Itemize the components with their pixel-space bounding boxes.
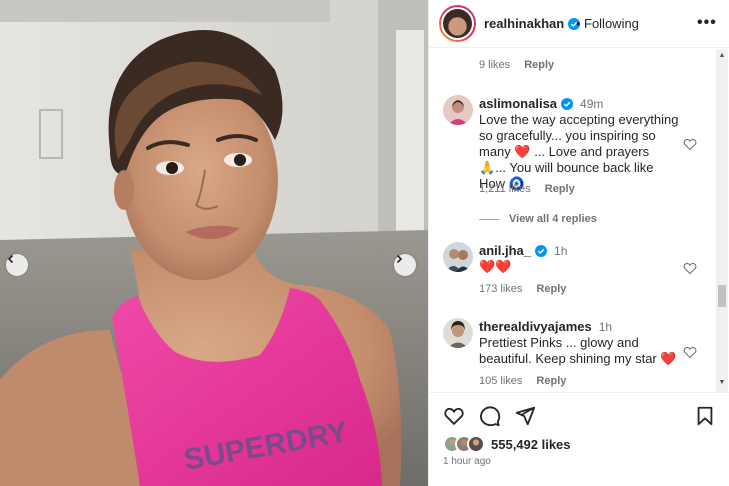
comment-time[interactable]: 49m — [580, 97, 603, 111]
red-heart-emoji: ❤️ — [514, 144, 531, 159]
reply-button[interactable]: Reply — [536, 283, 566, 295]
comment-likes[interactable]: 105 likes — [479, 375, 522, 387]
post-details-panel: realhinakhan • Following ••• 9 likes Repl… — [428, 0, 729, 486]
comment-icon[interactable] — [479, 405, 501, 427]
post-likes-count[interactable]: 555,492 likes — [491, 437, 571, 452]
post-actions: 555,492 likes 1 hour ago — [429, 392, 729, 486]
scroll-up-arrow-icon[interactable]: ▲ — [718, 52, 726, 60]
comment-time[interactable]: 1h — [554, 244, 567, 258]
share-paper-plane-icon[interactable] — [514, 405, 536, 427]
comment-meta: 173 likes Reply — [479, 283, 566, 295]
like-heart-icon[interactable] — [443, 405, 465, 427]
red-heart-emoji: ❤️ — [660, 351, 677, 366]
liker-avatar — [467, 435, 485, 453]
like-comment-heart-icon[interactable] — [683, 345, 697, 359]
following-button[interactable]: Following — [584, 16, 639, 31]
likes-summary[interactable]: 555,492 likes — [443, 435, 571, 453]
verified-badge-icon — [561, 97, 574, 110]
view-replies-button[interactable]: View all 4 replies — [479, 213, 597, 225]
like-comment-heart-icon[interactable] — [683, 137, 697, 151]
save-bookmark-icon[interactable] — [694, 405, 716, 427]
post-photo-image: SUPERDRY — [0, 0, 428, 486]
like-comment-heart-icon[interactable] — [683, 261, 697, 275]
verified-badge-icon — [535, 244, 548, 257]
comment-meta: 1,211 likes Reply — [479, 183, 575, 195]
author-username[interactable]: realhinakhan — [484, 16, 581, 31]
comment-likes[interactable]: 1,211 likes — [479, 183, 531, 195]
comment-username-text[interactable]: anil.jha_ — [479, 243, 531, 258]
chevron-right-icon — [396, 254, 403, 264]
folded-hands-emoji: 🙏 — [479, 160, 496, 175]
commenter-avatar[interactable] — [443, 318, 473, 348]
comment-likes[interactable]: 173 likes — [479, 283, 522, 295]
comment-username-text[interactable]: aslimonalisa — [479, 96, 557, 111]
more-options-button[interactable]: ••• — [697, 14, 717, 32]
post-timestamp[interactable]: 1 hour ago — [443, 456, 491, 467]
commenter-avatar[interactable] — [443, 242, 473, 272]
chevron-left-icon — [7, 254, 14, 264]
red-heart-emoji: ❤️ — [495, 259, 512, 274]
comment-meta: 9 likes Reply — [479, 59, 554, 71]
next-photo-button[interactable] — [394, 254, 416, 276]
comments-scrollbar[interactable]: ▲ ▼ — [716, 49, 728, 392]
red-heart-emoji: ❤️ — [479, 259, 496, 274]
comment-likes[interactable]: 9 likes — [479, 59, 510, 71]
comment-text: Love the way accepting everything so gra… — [479, 112, 679, 191]
reply-button[interactable]: Reply — [536, 375, 566, 387]
reply-button[interactable]: Reply — [545, 183, 575, 195]
reply-button[interactable]: Reply — [524, 59, 554, 71]
comment-time[interactable]: 1h — [599, 320, 612, 334]
post-header: realhinakhan • Following ••• — [429, 0, 729, 48]
scrollbar-thumb[interactable] — [718, 285, 726, 307]
comment-meta: 105 likes Reply — [479, 375, 566, 387]
comment-username[interactable]: therealdivyajames 1h — [479, 319, 612, 334]
commenter-avatar[interactable] — [443, 95, 473, 125]
comment-text: Prettiest Pinks ... glowy and beautiful.… — [479, 335, 677, 366]
previous-photo-button[interactable] — [6, 254, 28, 276]
comment-username-text[interactable]: therealdivyajames — [479, 319, 592, 334]
author-username-text[interactable]: realhinakhan — [484, 16, 564, 31]
comments-list: 9 likes Reply aslimonalisa 49m Love the w… — [429, 49, 729, 392]
post-photo: SUPERDRY — [0, 0, 428, 486]
comment-text: ❤️❤️ — [479, 259, 679, 275]
author-avatar[interactable] — [439, 5, 476, 42]
header-separator: • — [576, 16, 581, 31]
scroll-down-arrow-icon[interactable]: ▼ — [718, 379, 726, 387]
comment-username[interactable]: anil.jha_ 1h — [479, 243, 567, 258]
comment-username[interactable]: aslimonalisa 49m — [479, 96, 603, 111]
